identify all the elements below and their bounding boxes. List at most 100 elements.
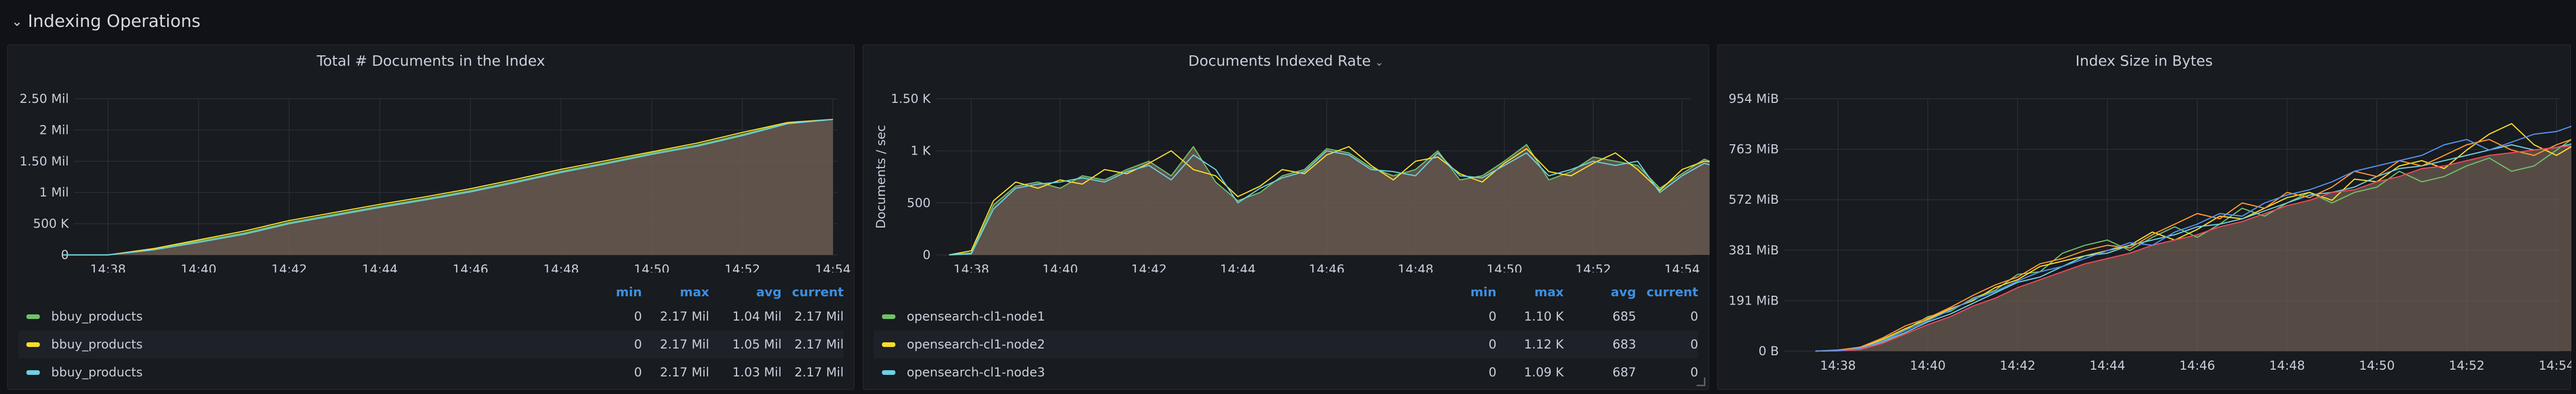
legend-swatch [26,314,40,319]
series-name[interactable]: opensearch-cl1-node2 [907,337,1045,352]
x-tick-label: 14:48 [2269,358,2305,373]
legend-current: 2.17 Mil [794,365,844,380]
x-tick-label: 14:50 [634,262,669,272]
row-title: Indexing Operations [27,10,201,31]
legend: min max avg current opensearch-cl1-node1… [874,282,1698,386]
y-tick-label: 2 Mil [39,123,69,137]
legend-header-min[interactable]: min [1440,285,1496,299]
legend-current: 0 [1690,309,1698,324]
y-tick-label: 1.50 Mil [20,154,69,169]
y-tick-label: 763 MiB [1729,142,1779,157]
x-tick-label: 14:46 [2179,358,2215,373]
legend-header: min max avg current [874,282,1698,302]
legend-max: 1.09 K [1524,365,1564,380]
legend: min max avg current bbuy_products 0 2.17… [18,282,844,386]
y-tick-label: 954 MiB [1729,92,1779,106]
y-tick-label: 0 B [1759,344,1779,358]
legend-current: 0 [1690,337,1698,352]
legend-header-avg[interactable]: avg [1564,285,1636,299]
legend-swatch [26,370,40,375]
y-tick-label: 1 K [910,144,931,158]
legend-avg: 687 [1612,365,1636,380]
x-tick-label: 14:38 [1820,358,1856,373]
y-tick-label: 2.50 Mil [20,92,69,106]
legend-header-max[interactable]: max [642,285,709,299]
y-tick-label: 1 Mil [39,185,69,200]
legend-max: 1.10 K [1524,309,1564,324]
x-tick-label: 14:50 [2359,358,2394,373]
legend-max: 1.12 K [1524,337,1564,352]
x-tick-label: 14:50 [1487,262,1522,272]
x-tick-label: 14:54 [2539,358,2571,373]
legend-avg: 683 [1612,337,1636,352]
legend-row[interactable]: bbuy_products 0 2.17 Mil 1.03 Mil 2.17 M… [18,358,844,386]
x-tick-label: 14:40 [1042,262,1078,272]
x-tick-label: 14:54 [1664,262,1700,272]
legend-swatch [882,370,895,375]
legend-header-avg[interactable]: avg [709,285,782,299]
x-tick-label: 14:46 [453,262,488,272]
legend-max: 2.17 Mil [660,337,709,352]
x-tick-label: 14:52 [1575,262,1611,272]
legend-avg: 1.04 Mil [732,309,782,324]
series-name[interactable]: bbuy_products [51,337,143,352]
legend-min: 0 [634,337,642,352]
legend-swatch [882,342,895,347]
x-tick-label: 14:48 [1398,262,1433,272]
legend-avg: 1.05 Mil [732,337,782,352]
legend-current: 2.17 Mil [794,309,844,324]
legend-header-current[interactable]: current [1636,285,1698,299]
legend-max: 2.17 Mil [660,365,709,380]
y-tick-label: 0 [923,248,931,262]
legend-avg: 1.03 Mil [732,365,782,380]
legend-min: 0 [1488,309,1496,324]
legend-max: 2.17 Mil [660,309,709,324]
x-tick-label: 14:44 [2090,358,2125,373]
legend-row[interactable]: opensearch-cl1-node3 0 1.09 K 687 0 [874,358,1698,386]
x-tick-label: 14:52 [724,262,760,272]
legend-header-max[interactable]: max [1496,285,1564,299]
series-name[interactable]: opensearch-cl1-node1 [907,309,1045,324]
x-tick-label: 14:44 [362,262,398,272]
legend-row[interactable]: bbuy_products 0 2.17 Mil 1.05 Mil 2.17 M… [18,330,844,358]
y-tick-label: 572 MiB [1729,192,1779,207]
legend-min: 0 [634,309,642,324]
legend-swatch [882,314,895,319]
panel-total-documents: Total # Documents in the Index 0 500 K1 M… [7,44,855,390]
legend-row[interactable]: bbuy_products 0 2.17 Mil 1.04 Mil 2.17 M… [18,302,844,330]
x-tick-label: 14:42 [1131,262,1167,272]
x-tick-label: 14:38 [953,262,989,272]
series-name[interactable]: opensearch-cl1-node3 [907,365,1045,380]
legend-min: 0 [1488,337,1496,352]
legend-row[interactable]: opensearch-cl1-node2 0 1.12 K 683 0 [874,330,1698,358]
x-tick-label: 14:40 [1910,358,1945,373]
legend-min: 0 [1488,365,1496,380]
y-tick-label: 191 MiB [1729,293,1779,308]
series-name[interactable]: bbuy_products [51,309,143,324]
x-tick-label: 14:44 [1220,262,1255,272]
y-tick-label: 500 K [33,217,69,231]
resize-handle[interactable] [1697,377,1705,386]
chart-documents-indexed-rate: Documents / sec 0 500 1 K 1.50 K 14:38 14:40 14… [874,92,1710,272]
x-tick-label: 14:46 [1309,262,1344,272]
legend-row[interactable]: opensearch-cl1-node1 0 1.10 K 685 0 [874,302,1698,330]
legend-current: 0 [1690,365,1698,380]
panel-index-size: Index Size in Bytes 0 B 191 MiB 381 MiB 572… [1717,44,2571,390]
series-name[interactable]: bbuy_products [51,365,143,380]
x-tick-label: 14:40 [181,262,216,272]
x-tick-label: 14:42 [271,262,307,272]
legend-header: min max avg current [18,282,844,302]
legend-current: 2.17 Mil [794,337,844,352]
chevron-down-icon[interactable]: ⌄ [11,14,23,29]
legend-header-current[interactable]: current [782,285,844,299]
panel-documents-indexed-rate: Documents Indexed Rate ⌄ Documents / sec 0… [863,44,1710,390]
row-header[interactable]: ⌄ Indexing Operations [11,6,201,35]
legend-avg: 685 [1612,309,1636,324]
x-tick-label: 14:52 [2449,358,2484,373]
y-tick-label: 500 [907,195,931,210]
legend-header-min[interactable]: min [585,285,642,299]
x-tick-label: 14:54 [815,262,851,272]
x-tick-label: 14:42 [2000,358,2035,373]
x-tick-label: 14:38 [90,262,126,272]
legend-swatch [26,342,40,347]
